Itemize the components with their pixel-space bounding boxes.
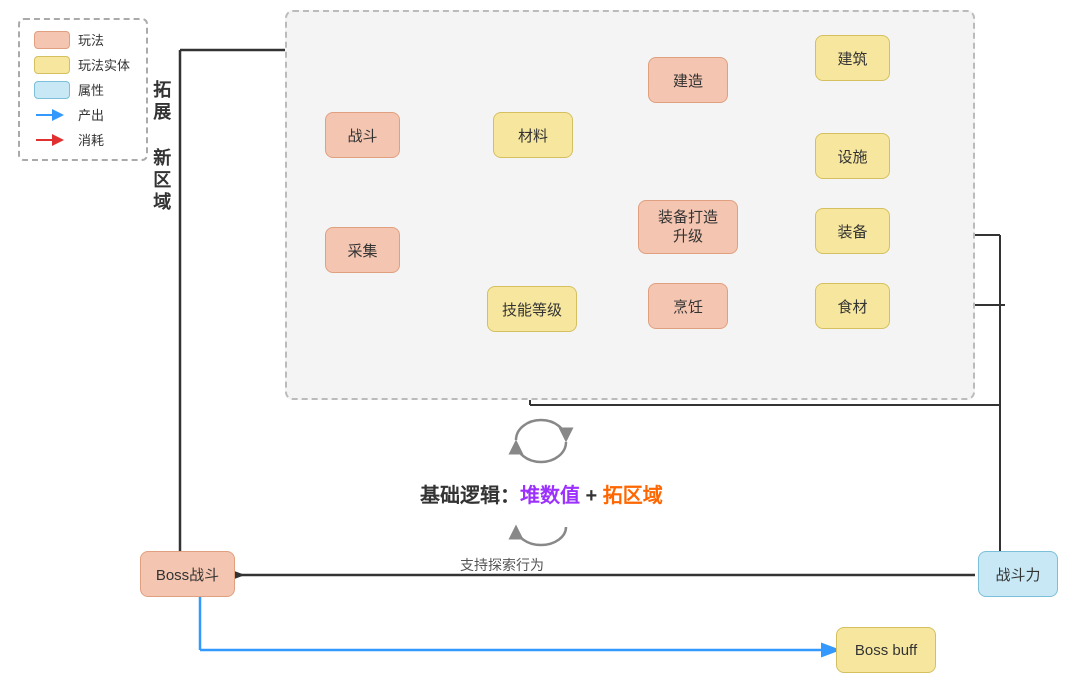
node-sheshi: 设施 [815, 133, 890, 179]
cycle-icon [420, 415, 663, 475]
basic-logic-text: 基础逻辑：堆数值 + 拓区域 [420, 479, 663, 508]
legend-red-arrow [34, 131, 70, 149]
legend-shuxing: 属性 [34, 80, 132, 99]
legend-yellow-box [34, 56, 70, 74]
legend-wanfa-shiti: 玩法实体 [34, 55, 132, 74]
support-text: 支持探索行为 [460, 555, 544, 575]
legend-produce: 产出 [34, 105, 132, 124]
node-caiji: 采集 [325, 227, 400, 273]
tuozhan-label: 拓展 新区域 [148, 80, 173, 214]
node-zhuangbei: 装备 [815, 208, 890, 254]
node-zhuangbei-dazao: 装备打造 升级 [638, 200, 738, 254]
legend-consume: 消耗 [34, 130, 132, 149]
node-boss-zhandou: Boss战斗 [140, 551, 235, 597]
legend-blue-arrow [34, 106, 70, 124]
legend-consume-label: 消耗 [78, 130, 104, 149]
node-pengren: 烹饪 [648, 283, 728, 329]
legend-pink-box [34, 31, 70, 49]
legend-wanfa-shiti-label: 玩法实体 [78, 55, 130, 74]
basic-logic-section: 基础逻辑：堆数值 + 拓区域 [420, 415, 663, 562]
node-jianzao: 建造 [648, 57, 728, 103]
node-cailiao: 材料 [493, 112, 573, 158]
legend-blue-box [34, 81, 70, 99]
legend-shuxing-label: 属性 [78, 80, 104, 99]
node-zhandouli: 战斗力 [978, 551, 1058, 597]
diagram-container: 玩法 玩法实体 属性 产出 消耗 战斗 采集 [0, 0, 1080, 696]
node-jianzhu: 建筑 [815, 35, 890, 81]
legend-wanfa-label: 玩法 [78, 30, 104, 49]
node-shicai: 食材 [815, 283, 890, 329]
legend-wanfa: 玩法 [34, 30, 132, 49]
legend-box: 玩法 玩法实体 属性 产出 消耗 [18, 18, 148, 161]
node-jineng: 技能等级 [487, 286, 577, 332]
legend-produce-label: 产出 [78, 105, 104, 124]
node-zhandou: 战斗 [325, 112, 400, 158]
node-boss-buff: Boss buff [836, 627, 936, 673]
